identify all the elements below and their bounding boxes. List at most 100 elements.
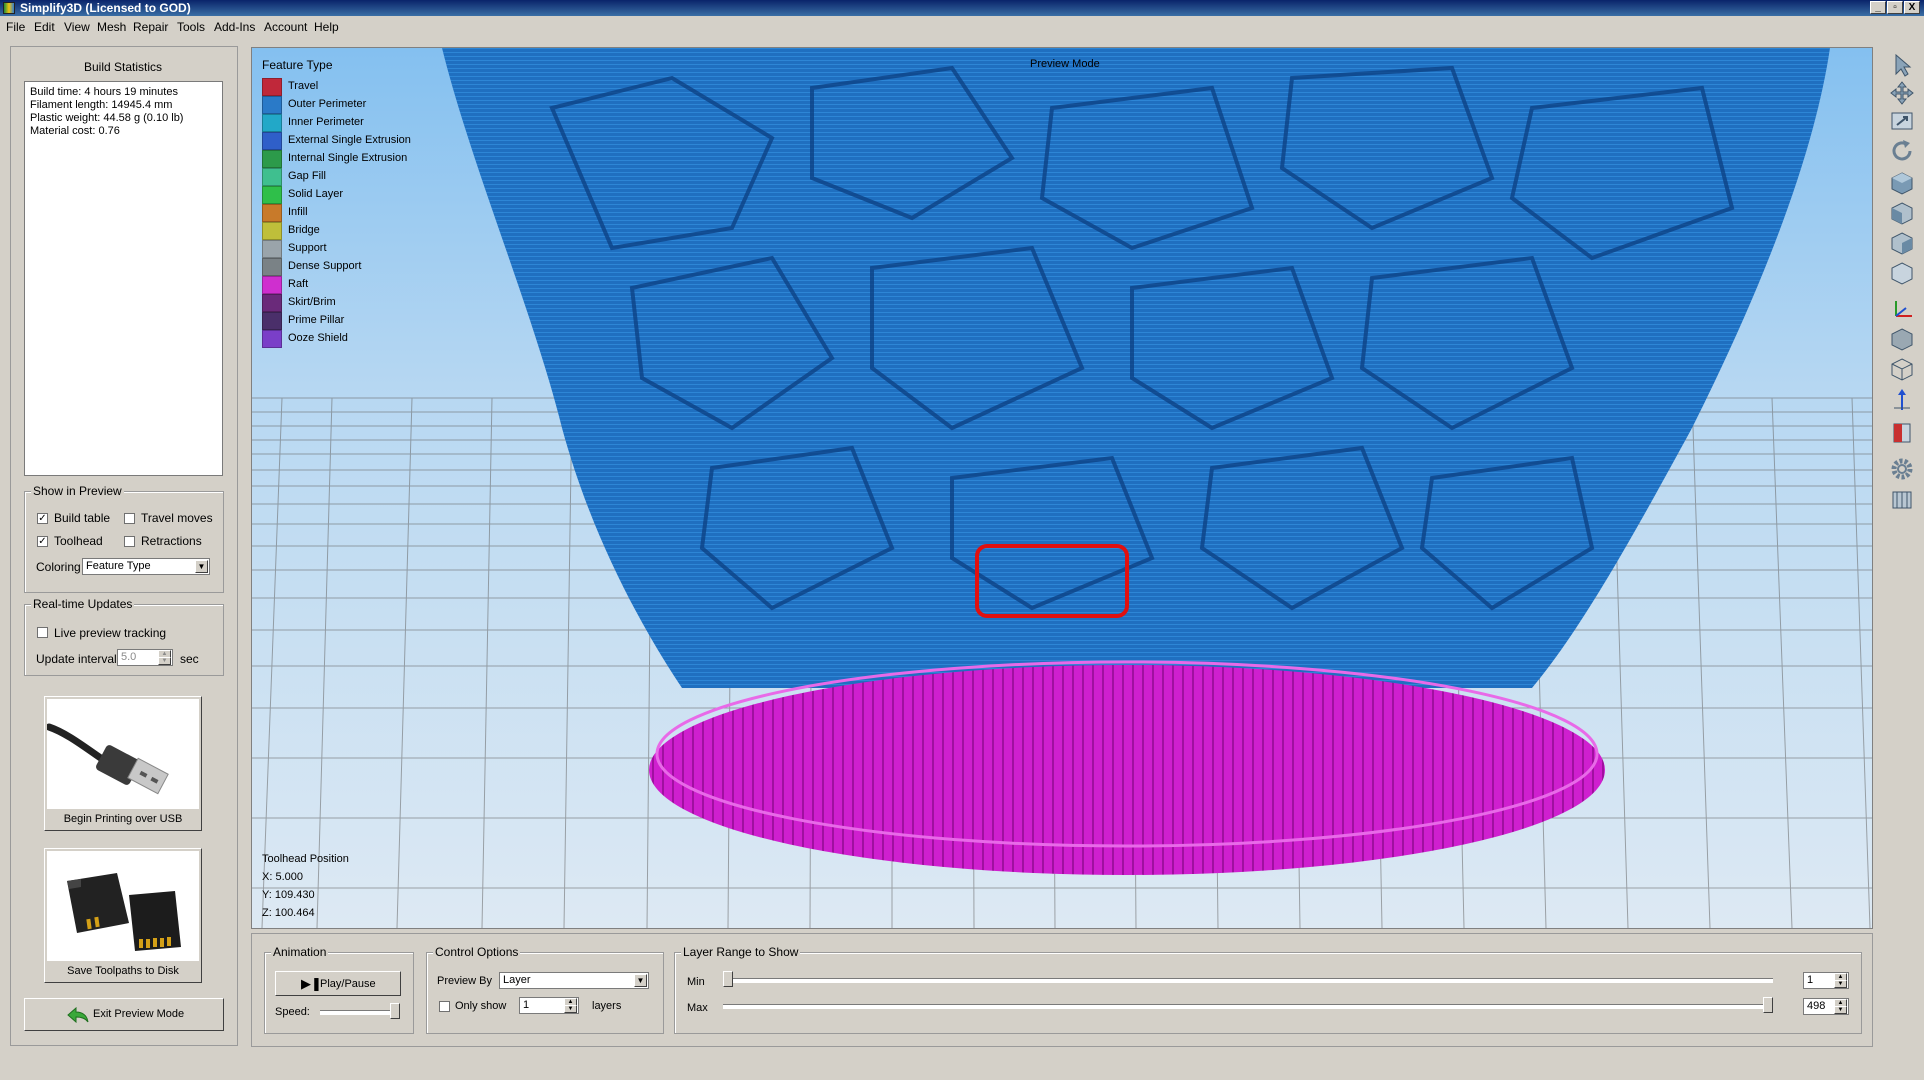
min-layer-thumb[interactable]: [723, 971, 733, 987]
spin-down-icon[interactable]: ▼: [1834, 980, 1847, 988]
legend-swatch: [262, 114, 282, 132]
max-layer-value: 498: [1807, 1000, 1826, 1012]
bottom-control-panel: Animation ▶❚ Play/Pause Speed: Control O…: [251, 933, 1873, 1047]
build-statistics-title: Build Statistics: [83, 60, 163, 74]
update-interval-input[interactable]: 5.0 ▲ ▼: [117, 649, 173, 666]
realtime-updates-title: Real-time Updates: [31, 597, 135, 611]
coloring-select[interactable]: Feature Type ▼: [82, 558, 210, 575]
legend-label: Solid Layer: [288, 188, 344, 200]
view-iso-icon[interactable]: [1888, 260, 1916, 286]
legend-swatch: [262, 204, 282, 222]
build-volume-icon[interactable]: [1888, 486, 1916, 512]
chevron-down-icon[interactable]: ▼: [634, 974, 647, 987]
axes-icon[interactable]: [1888, 296, 1916, 322]
build-table-label: Build table: [54, 511, 111, 525]
sd-card-image: [47, 851, 199, 961]
save-toolpaths-button[interactable]: Save Toolpaths to Disk: [44, 848, 202, 983]
rotate-icon[interactable]: [1888, 138, 1916, 164]
menu-addins[interactable]: Add-Ins: [214, 20, 255, 34]
live-preview-label: Live preview tracking: [54, 626, 167, 640]
menu-help[interactable]: Help: [314, 20, 339, 34]
realtime-updates-group: Real-time Updates Live preview tracking …: [24, 597, 224, 676]
control-options-title: Control Options: [433, 945, 521, 959]
legend-label: Infill: [288, 206, 308, 218]
control-options-group: Control Options Preview By Layer ▼ Only …: [426, 945, 664, 1034]
close-button[interactable]: X: [1904, 1, 1920, 14]
select-icon[interactable]: [1888, 52, 1916, 78]
show-in-preview-group: Show in Preview ✓ Build table Travel mov…: [24, 484, 224, 593]
max-layer-slider[interactable]: [723, 997, 1773, 1015]
maximize-button[interactable]: ▫: [1887, 1, 1903, 14]
legend-label: Outer Perimeter: [288, 98, 367, 110]
minimize-button[interactable]: _: [1870, 1, 1886, 14]
menu-repair[interactable]: Repair: [133, 20, 168, 34]
min-layer-slider[interactable]: [723, 971, 1773, 989]
legend-label: Support: [288, 242, 327, 254]
menu-account[interactable]: Account: [264, 20, 307, 34]
menu-mesh[interactable]: Mesh: [97, 20, 126, 34]
wireframe-icon[interactable]: [1888, 356, 1916, 382]
play-pause-button[interactable]: ▶❚ Play/Pause: [275, 971, 401, 996]
3d-preview-viewport[interactable]: Preview Mode Feature Type Travel Outer Pe…: [251, 47, 1873, 929]
solid-view-icon[interactable]: [1888, 326, 1916, 352]
preview-by-select[interactable]: Layer ▼: [499, 972, 649, 989]
legend-swatch: [262, 294, 282, 312]
play-pause-icon: ▶❚: [301, 976, 322, 991]
coloring-label: Coloring: [36, 560, 81, 574]
begin-printing-usb-button[interactable]: Begin Printing over USB: [44, 696, 202, 831]
spin-down-icon[interactable]: ▼: [564, 1005, 577, 1013]
preview-by-value: Layer: [503, 974, 531, 986]
view-top-icon[interactable]: [1888, 170, 1916, 196]
toolhead-label: Toolhead: [54, 534, 103, 548]
view-front-icon[interactable]: [1888, 200, 1916, 226]
menu-edit[interactable]: Edit: [34, 20, 55, 34]
max-layer-thumb[interactable]: [1763, 997, 1773, 1013]
speed-slider[interactable]: [320, 1003, 400, 1021]
menu-view[interactable]: View: [64, 20, 90, 34]
toolhead-checkbox[interactable]: ✓: [37, 536, 48, 547]
legend-label: Prime Pillar: [288, 314, 345, 326]
travel-moves-checkbox[interactable]: [124, 513, 135, 524]
retractions-label: Retractions: [141, 534, 202, 548]
begin-printing-usb-label: Begin Printing over USB: [63, 813, 183, 825]
min-layer-track: [723, 978, 1773, 983]
legend-label: Gap Fill: [288, 170, 326, 182]
min-layer-value: 1: [1807, 974, 1814, 986]
toolhead-z: Z: 100.464: [262, 907, 315, 919]
chevron-down-icon[interactable]: ▼: [195, 560, 208, 573]
stat-filament-length: Filament length: 14945.4 mm: [30, 99, 173, 111]
normals-icon[interactable]: [1888, 386, 1916, 412]
max-layer-input[interactable]: 498 ▲ ▼: [1803, 998, 1849, 1015]
speed-slider-thumb[interactable]: [390, 1003, 400, 1019]
toolhead-x: X: 5.000: [262, 871, 303, 883]
spin-down-icon[interactable]: ▼: [1834, 1006, 1847, 1014]
legend-label: Raft: [288, 278, 309, 290]
only-show-layers-input[interactable]: 1 ▲ ▼: [519, 997, 579, 1014]
min-layer-input[interactable]: 1 ▲ ▼: [1803, 972, 1849, 989]
animation-group: Animation ▶❚ Play/Pause Speed:: [264, 945, 414, 1034]
legend-swatch: [262, 168, 282, 186]
build-table-checkbox[interactable]: ✓: [37, 513, 48, 524]
move-icon[interactable]: [1888, 80, 1916, 106]
preview-mode-label: Preview Mode: [1030, 58, 1100, 70]
spin-down-icon[interactable]: ▼: [158, 657, 171, 665]
view-right-icon[interactable]: [1888, 230, 1916, 256]
legend-title: Feature Type: [262, 58, 333, 72]
menu-file[interactable]: File: [6, 20, 25, 34]
legend-label: Bridge: [288, 224, 320, 236]
legend-swatch: [262, 78, 282, 96]
only-show-value: 1: [523, 999, 530, 1011]
retractions-checkbox[interactable]: [124, 536, 135, 547]
only-show-checkbox[interactable]: [439, 1001, 450, 1012]
menu-tools[interactable]: Tools: [177, 20, 205, 34]
scale-icon[interactable]: [1888, 108, 1916, 134]
legend-label: Travel: [288, 80, 319, 92]
live-preview-checkbox[interactable]: [37, 627, 48, 638]
legend-label: Skirt/Brim: [288, 296, 336, 308]
legend-swatch: [262, 330, 282, 348]
legend-label: External Single Extrusion: [288, 134, 411, 146]
legend-swatch: [262, 240, 282, 258]
cross-section-icon[interactable]: [1888, 420, 1916, 446]
exit-preview-button[interactable]: Exit Preview Mode: [24, 998, 224, 1031]
settings-gear-icon[interactable]: [1888, 456, 1916, 482]
